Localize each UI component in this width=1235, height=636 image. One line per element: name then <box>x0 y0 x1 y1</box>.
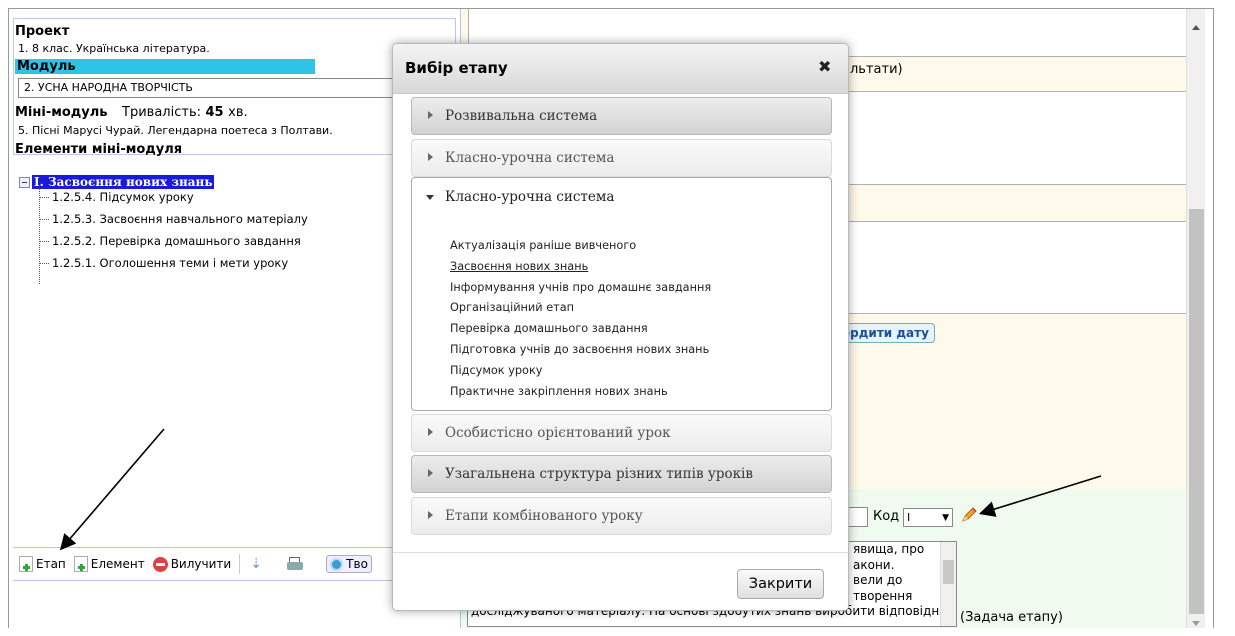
chevron-right-icon <box>428 153 433 161</box>
add-stage-button[interactable]: Етап <box>19 556 66 572</box>
create-button[interactable]: Тво <box>326 555 372 573</box>
accordion-label: Узагальнена структура різних типів урокі… <box>445 466 753 482</box>
accordion-item[interactable]: Узагальнена структура різних типів урокі… <box>411 455 832 493</box>
dropdown-arrow-icon: ▼ <box>942 512 949 523</box>
scroll-up-icon[interactable] <box>1192 25 1200 30</box>
chevron-right-icon <box>428 111 433 119</box>
project-label: Проект <box>15 24 70 39</box>
tree-item[interactable]: 1.2.5.2. Перевірка домашнього завдання <box>39 231 301 251</box>
task-label: (Задача етапу) <box>960 610 1063 625</box>
chevron-right-icon <box>428 428 433 436</box>
dialog-title: Вибір етапу <box>405 59 508 77</box>
code-select-value: I <box>907 511 911 524</box>
minimodule-label-row: Міні-модуль Тривалість: 45 хв. <box>15 105 248 120</box>
minimodule-label: Міні-модуль <box>15 105 108 120</box>
stage-select-dialog: Вибір етапу ✖ Розвивальна система Класно… <box>392 43 849 611</box>
add-stage-label: Етап <box>36 557 66 571</box>
chevron-right-icon <box>428 511 433 519</box>
tree-item-label[interactable]: 1.2.5.2. Перевірка домашнього завдання <box>52 234 301 248</box>
add-element-button[interactable]: Елемент <box>73 556 145 572</box>
plus-icon <box>19 556 33 572</box>
stage-option[interactable]: Інформування учнів про домашнє завдання <box>450 278 820 299</box>
close-icon[interactable]: ✖ <box>818 57 831 76</box>
tree-item[interactable]: 1.2.5.3. Засвоєння навчального матеріалу <box>39 209 308 229</box>
code-prefix-field[interactable] <box>848 507 868 527</box>
tree-branch <box>39 196 49 198</box>
delete-icon <box>152 556 168 572</box>
confirm-date-button[interactable]: ердити дату <box>836 323 935 343</box>
accordion-item-expanded[interactable]: Класно-урочна система Актуалізація раніш… <box>411 177 832 411</box>
stage-option[interactable]: Підсумок уроку <box>450 361 820 382</box>
accordion-label: Класно-урочна система <box>445 189 615 205</box>
stage-list: Актуалізація раніше вивченого Засвоєння … <box>450 236 820 402</box>
dialog-header: Вибір етапу ✖ <box>393 44 848 94</box>
collapse-icon[interactable] <box>19 176 30 188</box>
tree-item-label[interactable]: 1.2.5.3. Засвоєння навчального матеріалу <box>52 212 308 226</box>
accordion-label: Класно-урочна система <box>445 150 615 166</box>
toolbar-divider <box>239 554 241 574</box>
gear-icon <box>330 557 344 571</box>
left-panel: Проект 1. 8 клас. Українська література.… <box>13 11 456 627</box>
module-field[interactable]: 2. УСНА НАРОДНА ТВОРЧІСТЬ <box>18 78 413 98</box>
accordion-label: Етапи комбінованого уроку <box>445 508 643 524</box>
duration-value: 45 <box>205 105 224 120</box>
stage-option[interactable]: Практичне закріплення нових знань <box>450 382 820 403</box>
module-value: 2. УСНА НАРОДНА ТВОРЧІСТЬ <box>24 81 193 94</box>
delete-button[interactable]: Вилучити <box>152 556 232 572</box>
accordion-item[interactable]: Етапи комбінованого уроку <box>411 497 832 535</box>
plus-icon <box>73 556 88 572</box>
stage-option[interactable]: Засвоєння нових знань <box>450 257 820 278</box>
accordion-label: Особистісно орієнтований урок <box>445 425 671 441</box>
chevron-right-icon <box>428 469 433 477</box>
window-border-left <box>8 8 9 628</box>
stage-option[interactable]: Перевірка домашнього завдання <box>450 319 820 340</box>
create-label: Тво <box>346 557 368 571</box>
chevron-down-icon <box>426 195 434 200</box>
accordion-item[interactable]: Розвивальна система <box>411 97 832 135</box>
tree-item-label[interactable]: 1.2.5.1. Оголошення теми і мети уроку <box>52 256 288 270</box>
accordion-item[interactable]: Класно-урочна система <box>411 139 832 177</box>
left-toolbar: Етап Елемент Вилучити ⇣ Тво <box>13 547 456 581</box>
duration-label: Тривалість: <box>122 105 201 120</box>
tree-branch <box>39 218 49 220</box>
minimodule-value: 5. Пісні Марусі Чурай. Легендарна поетес… <box>18 124 333 137</box>
stage-option[interactable]: Актуалізація раніше вивченого <box>450 236 820 257</box>
tree-branch <box>39 262 49 264</box>
accordion-label: Розвивальна система <box>445 108 598 124</box>
scroll-down-icon[interactable] <box>1192 621 1200 626</box>
stage-option[interactable]: Підготовка учнів до засвоєння нових знан… <box>450 340 820 361</box>
window-border-right <box>1213 8 1214 628</box>
accordion-item[interactable]: Особистісно орієнтований урок <box>411 414 832 452</box>
pencil-icon[interactable] <box>960 506 978 524</box>
code-select[interactable]: I ▼ <box>903 508 953 527</box>
print-icon[interactable] <box>286 556 304 572</box>
tree-item[interactable]: 1.2.5.1. Оголошення теми і мети уроку <box>39 253 288 273</box>
delete-label: Вилучити <box>170 557 232 571</box>
module-label: Модуль <box>15 59 315 74</box>
tree-item-label[interactable]: 1.2.5.4. Підсумок уроку <box>52 190 194 204</box>
duration-unit: хв. <box>228 105 248 120</box>
code-label: Код <box>873 509 900 524</box>
tree-item[interactable]: 1.2.5.4. Підсумок уроку <box>39 187 194 207</box>
move-down-icon[interactable]: ⇣ <box>248 556 264 572</box>
memo-scrollbar[interactable] <box>940 542 956 626</box>
dialog-footer: Закрити <box>393 552 848 610</box>
add-element-label: Елемент <box>90 557 145 571</box>
main-scrollbar[interactable] <box>1186 9 1205 628</box>
tree-branch <box>39 240 49 242</box>
close-button[interactable]: Закрити <box>737 569 824 599</box>
elements-label: Елементи міні-модуля <box>15 142 183 157</box>
stage-option[interactable]: Організаційний етап <box>450 298 820 319</box>
results-label: льтати) <box>850 62 903 77</box>
project-value: 1. 8 клас. Українська література. <box>18 42 210 55</box>
scroll-thumb[interactable] <box>1189 209 1204 614</box>
